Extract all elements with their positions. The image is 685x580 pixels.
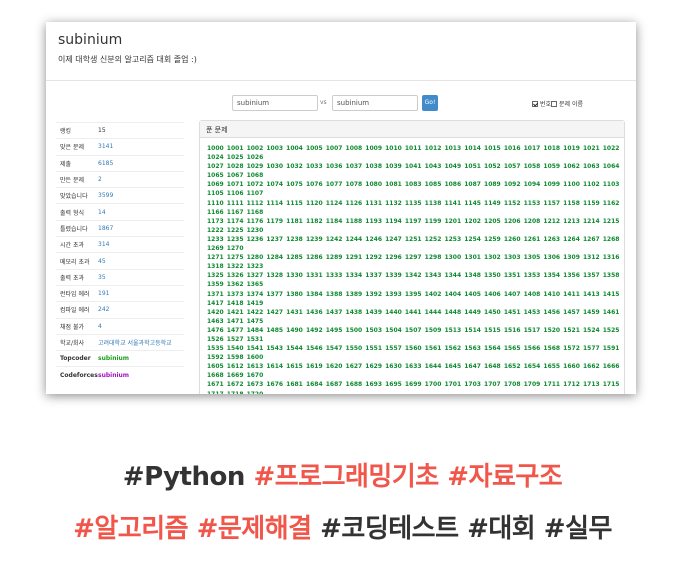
- stat-row: 런타임 에러 191: [56, 284, 184, 301]
- hashtag: #자료구조: [447, 462, 563, 492]
- stat-value[interactable]: 314: [98, 241, 109, 248]
- problem-list-line[interactable]: 1027 1028 1029 1030 1032 1033 1036 1037 …: [207, 162, 620, 180]
- stat-row: 맞았습니다 3599: [56, 187, 184, 203]
- stat-value[interactable]: 242: [98, 306, 109, 313]
- stat-row: 출력 형식 14: [56, 203, 184, 219]
- stat-label: 만든 문제: [60, 177, 84, 185]
- option-title-label: 문제 이름: [559, 101, 583, 108]
- number-checkbox[interactable]: [532, 100, 538, 107]
- stat-row: 출력 초과 35: [56, 268, 184, 285]
- problem-list-line[interactable]: 1325 1326 1327 1328 1330 1331 1333 1334 …: [207, 271, 620, 289]
- stat-value[interactable]: 6185: [98, 160, 113, 167]
- problem-list-line[interactable]: 1173 1174 1176 1179 1181 1182 1184 1188 …: [207, 217, 620, 235]
- hashtag: #대회: [467, 514, 536, 544]
- stat-label: 채점 불가: [60, 323, 84, 331]
- problem-list-line[interactable]: 1605 1612 1613 1614 1615 1619 1620 1627 …: [207, 362, 620, 380]
- stat-row: 메모리 초과 45: [56, 252, 184, 268]
- stat-value: 15: [98, 127, 106, 135]
- hashtag-line-1: #Python #프로그래밍기초 #자료구조: [0, 456, 685, 493]
- stat-value[interactable]: 1867: [98, 225, 113, 232]
- stat-label: 출력 초과: [60, 274, 84, 282]
- problem-list-line[interactable]: 1110 1111 1112 1114 1115 1120 1124 1126 …: [207, 199, 620, 217]
- stat-label: 출력 형식: [60, 209, 84, 217]
- status-message: 이제 대학생 신분의 알고리즘 대회 졸업 :): [58, 55, 197, 64]
- stat-label: 컴파일 에러: [60, 307, 90, 315]
- stat-row: 제출 6185: [56, 154, 184, 171]
- go-button[interactable]: Go!: [422, 95, 438, 111]
- problem-list-line[interactable]: 1233 1235 1236 1237 1238 1239 1242 1244 …: [207, 235, 620, 253]
- hashtag: #실무: [543, 514, 613, 544]
- hashtag: #문제해결: [196, 514, 312, 544]
- title-checkbox[interactable]: [551, 100, 557, 107]
- site-title[interactable]: subinium: [58, 32, 122, 48]
- stat-row: 랭킹 15: [56, 122, 184, 138]
- stat-value[interactable]: 191: [98, 290, 109, 297]
- stat-row: Topcoder subinium: [56, 350, 184, 366]
- stat-row: 채점 불가 4: [56, 317, 184, 334]
- stat-label: 메모리 초과: [60, 258, 90, 266]
- hashtag: #코딩테스트: [320, 514, 459, 544]
- hashtag: #알고리즘: [73, 514, 189, 544]
- compare-user2-input[interactable]: subinium: [332, 95, 418, 111]
- stat-label: 학교/회사: [60, 340, 85, 347]
- stat-label: 틀렸습니다: [60, 225, 88, 233]
- stat-label: 랭킹: [60, 128, 72, 136]
- stat-row: 학교/회사 고려대학교 서울과학고등학교: [56, 333, 184, 350]
- option-title[interactable]: 문제 이름: [551, 99, 583, 108]
- stat-value[interactable]: subinium: [98, 355, 129, 362]
- hashtag: #Python: [122, 462, 246, 492]
- stat-row: 맞은 문제 3141: [56, 138, 184, 154]
- stat-row: 컴파일 에러 242: [56, 301, 184, 317]
- stat-row: 틀렸습니다 1867: [56, 219, 184, 236]
- stat-row: 시간 초과 314: [56, 236, 184, 252]
- stat-label: 시간 초과: [60, 242, 84, 250]
- stat-value[interactable]: 3141: [98, 143, 113, 150]
- stat-value[interactable]: 45: [98, 258, 106, 265]
- stat-label: Topcoder: [60, 355, 91, 363]
- compare-user1-input[interactable]: subinium: [232, 95, 318, 111]
- hashtag: #프로그래밍기초: [253, 462, 439, 492]
- stat-value[interactable]: subinium: [98, 372, 129, 379]
- stat-label: Codeforces: [60, 371, 98, 379]
- stat-row: 만든 문제 2: [56, 170, 184, 187]
- vs-label: vs: [320, 99, 327, 106]
- solved-problems-list: 1000 1001 1002 1003 1004 1005 1007 1008 …: [200, 138, 624, 394]
- stat-value[interactable]: 4: [98, 323, 102, 330]
- stat-label: 런타임 에러: [60, 291, 90, 299]
- problem-list-line[interactable]: 1420 1421 1422 1427 1431 1436 1437 1438 …: [207, 308, 620, 326]
- problem-list-line[interactable]: 1535 1540 1541 1543 1544 1546 1547 1550 …: [207, 344, 620, 362]
- option-number[interactable]: 번호: [532, 99, 551, 108]
- stat-label: 맞았습니다: [60, 193, 88, 201]
- option-number-label: 번호: [540, 101, 552, 108]
- stat-value[interactable]: 14: [98, 209, 106, 216]
- problem-list-line[interactable]: 1476 1477 1484 1485 1490 1492 1495 1500 …: [207, 326, 620, 344]
- problem-list-line[interactable]: 1271 1275 1280 1284 1285 1286 1289 1291 …: [207, 253, 620, 271]
- stat-value[interactable]: 35: [98, 274, 106, 281]
- problem-list-line[interactable]: 1069 1071 1072 1074 1075 1076 1077 1078 …: [207, 180, 620, 198]
- hashtag-line-2: #알고리즘 #문제해결 #코딩테스트 #대회 #실무: [0, 508, 685, 545]
- stat-label: 맞은 문제: [60, 144, 84, 152]
- user-stats-table: 랭킹 15 맞은 문제 3141 제출 6185 만든 문제 2 맞았습니다 3599 출력 형식 1…: [56, 122, 184, 383]
- problem-list-line[interactable]: 1371 1373 1374 1377 1380 1384 1388 1389 …: [207, 290, 620, 308]
- screenshot-card: subinium 이제 대학생 신분의 알고리즘 대회 졸업 :) subini…: [46, 22, 636, 394]
- stat-value[interactable]: 고려대학교 서울과학고등학교: [98, 338, 172, 347]
- panel-header: 푼 문제: [200, 121, 624, 138]
- problem-list-line[interactable]: 1000 1001 1002 1003 1004 1005 1007 1008 …: [207, 144, 620, 162]
- stat-row: Codeforces subinium: [56, 366, 184, 382]
- stat-label: 제출: [60, 160, 72, 168]
- solved-problems-panel: 푼 문제 1000 1001 1002 1003 1004 1005 1007 …: [199, 120, 625, 394]
- divider: [46, 80, 636, 81]
- problem-list-line[interactable]: 1671 1672 1673 1676 1681 1684 1687 1688 …: [207, 380, 620, 394]
- stat-value[interactable]: 2: [98, 176, 102, 183]
- stat-value[interactable]: 3599: [98, 192, 113, 199]
